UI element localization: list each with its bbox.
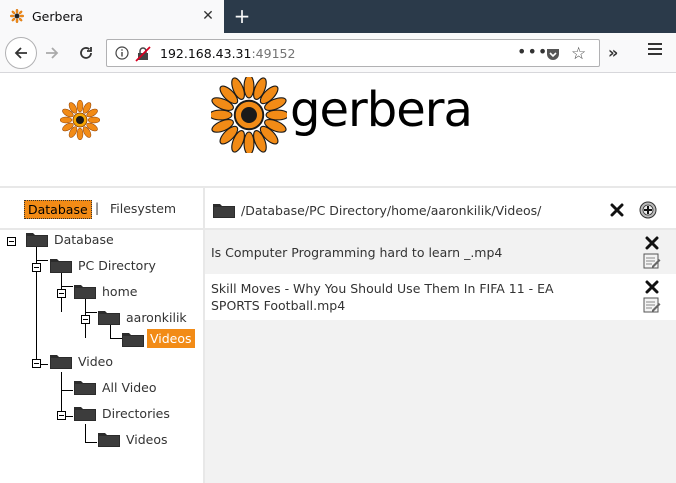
content-panel: /Database/PC Directory/home/aaronkilik/V… xyxy=(203,186,676,483)
bookmark-star-icon[interactable]: ☆ xyxy=(571,44,586,64)
collapse-toggle-icon[interactable] xyxy=(81,315,90,324)
folder-icon xyxy=(74,407,96,421)
item-title[interactable]: Is Computer Programming hard to learn _.… xyxy=(211,244,571,261)
back-button[interactable] xyxy=(5,37,37,69)
url-bar[interactable]: 192.168.43.31:49152 ••• ☆ xyxy=(106,39,600,67)
collapse-toggle-icon[interactable] xyxy=(57,411,66,420)
tree-node-home[interactable]: home xyxy=(102,284,137,299)
folder-icon xyxy=(98,311,120,325)
edit-icon[interactable] xyxy=(643,296,661,314)
database-tree: Database PC Directory home aaronkilik Vi… xyxy=(0,230,203,483)
pocket-icon[interactable] xyxy=(545,46,561,62)
list-item[interactable]: Skill Moves - Why You Should Use Them In… xyxy=(205,274,676,320)
folder-icon xyxy=(50,259,72,273)
delete-icon[interactable] xyxy=(610,203,624,217)
forward-button[interactable] xyxy=(40,41,64,65)
delete-icon[interactable] xyxy=(645,280,659,294)
url-text[interactable]: 192.168.43.31:49152 xyxy=(160,46,295,61)
tree-node-videos-selected[interactable]: Videos xyxy=(147,329,195,348)
folder-icon xyxy=(50,355,72,369)
arrow-right-icon xyxy=(46,47,59,59)
current-path: /Database/PC Directory/home/aaronkilik/V… xyxy=(241,203,542,218)
reload-icon xyxy=(80,47,92,59)
page-header: gerbera xyxy=(0,74,676,186)
browser-tab-strip: Gerbera ✕ + xyxy=(0,0,676,33)
browser-tab-gerbera[interactable]: Gerbera ✕ xyxy=(0,0,224,33)
close-tab-icon[interactable]: ✕ xyxy=(200,8,216,24)
page-actions-icon[interactable]: ••• xyxy=(517,42,548,61)
brand-wordmark: gerbera xyxy=(290,82,473,138)
delete-icon[interactable] xyxy=(645,236,659,250)
folder-icon xyxy=(122,333,144,347)
tree-node-video[interactable]: Video xyxy=(78,354,113,369)
insecure-lock-icon[interactable] xyxy=(135,46,151,62)
tree-node-database[interactable]: Database xyxy=(54,232,114,247)
folder-icon xyxy=(213,204,235,218)
collapse-toggle-icon[interactable] xyxy=(7,237,16,246)
info-icon[interactable] xyxy=(115,46,129,60)
collapse-toggle-icon[interactable] xyxy=(57,289,66,298)
url-host: 192.168.43.31 xyxy=(160,46,252,61)
new-tab-button[interactable]: + xyxy=(232,4,252,28)
item-title[interactable]: Skill Moves - Why You Should Use Them In… xyxy=(211,280,571,314)
left-panel: Database | Filesystem Database PC Direct… xyxy=(0,186,203,483)
tree-node-videos[interactable]: Videos xyxy=(126,432,168,447)
browser-tab-title: Gerbera xyxy=(32,9,83,24)
list-item[interactable]: Is Computer Programming hard to learn _.… xyxy=(205,230,676,274)
hamburger-menu-icon[interactable] xyxy=(648,43,662,57)
add-container-icon[interactable] xyxy=(639,201,657,219)
tree-node-aaronkilik[interactable]: aaronkilik xyxy=(126,310,187,325)
reload-button[interactable] xyxy=(74,41,98,65)
tab-filesystem[interactable]: Filesystem xyxy=(110,201,176,216)
edit-icon[interactable] xyxy=(643,252,661,270)
gerbera-flower-icon xyxy=(60,100,100,140)
path-bar: /Database/PC Directory/home/aaronkilik/V… xyxy=(205,186,676,230)
tree-node-pc-directory[interactable]: PC Directory xyxy=(78,258,156,273)
overflow-menu-icon[interactable]: » xyxy=(608,43,618,62)
view-tabs: Database | Filesystem xyxy=(0,186,203,230)
tree-node-directories[interactable]: Directories xyxy=(102,406,170,421)
url-port: :49152 xyxy=(251,46,296,61)
gerbera-favicon-icon xyxy=(10,9,24,23)
arrow-left-icon xyxy=(14,47,27,59)
tab-database[interactable]: Database xyxy=(24,200,92,219)
folder-icon xyxy=(26,233,48,247)
folder-icon xyxy=(74,381,96,395)
gerbera-logo-icon xyxy=(211,77,287,153)
gerbera-page: gerbera Database | Filesystem Database P… xyxy=(0,74,676,483)
collapse-toggle-icon[interactable] xyxy=(32,263,41,272)
tree-node-all-video[interactable]: All Video xyxy=(102,380,157,395)
browser-nav-bar: 192.168.43.31:49152 ••• ☆ » xyxy=(0,33,676,73)
collapse-toggle-icon[interactable] xyxy=(32,359,41,368)
tab-separator: | xyxy=(95,201,100,215)
folder-icon xyxy=(74,285,96,299)
folder-icon xyxy=(98,433,120,447)
